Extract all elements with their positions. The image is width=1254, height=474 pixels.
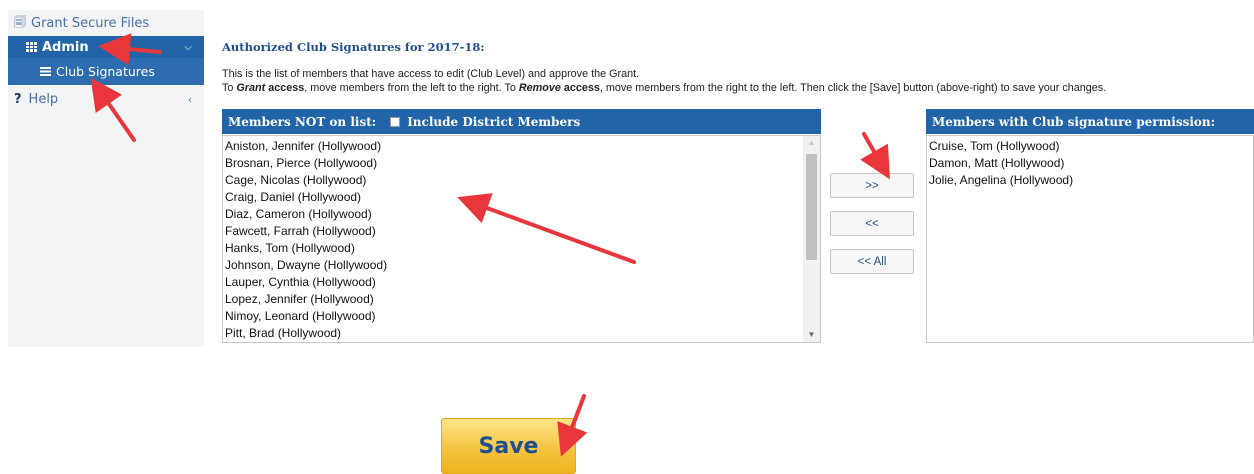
with-permission-header: Members with Club signature permission: (926, 109, 1254, 134)
include-district-checkbox[interactable] (390, 116, 401, 127)
list-items: Aniston, Jennifer (Hollywood) Brosnan, Pi… (223, 138, 387, 342)
question-icon: ? (14, 91, 22, 107)
annotation-arrow (860, 132, 890, 180)
sidebar-item-label: Club Signatures (56, 64, 155, 79)
desc-remove: Remove (518, 82, 561, 94)
sidebar-item-club-signatures[interactable]: Club Signatures (8, 58, 204, 85)
description-line-2: To Grant access, move members from the l… (222, 82, 1106, 94)
list-item[interactable]: Aniston, Jennifer (Hollywood) (223, 138, 387, 155)
list-item[interactable]: Brosnan, Pierce (Hollywood) (223, 155, 387, 172)
list-item[interactable]: Lauper, Cynthia (Hollywood) (223, 274, 387, 291)
not-on-list-header: Members NOT on list: Include District Me… (222, 109, 821, 134)
desc-text: , move members from the left to the righ… (304, 82, 519, 94)
chevron-down-icon: ⌵ (184, 41, 192, 53)
list-item[interactable]: Cruise, Tom (Hollywood) (927, 138, 1073, 155)
sidebar-item-admin[interactable]: Admin ⌵ (8, 36, 204, 58)
list-item[interactable]: Jolie, Angelina (Hollywood) (927, 172, 1073, 189)
move-left-button[interactable]: << (830, 211, 914, 236)
not-on-list-listbox[interactable]: Aniston, Jennifer (Hollywood) Brosnan, Pi… (222, 135, 821, 343)
list-item[interactable]: Damon, Matt (Hollywood) (927, 155, 1073, 172)
sidebar-item-help[interactable]: ? Help ‹ (8, 88, 204, 110)
panel-title: Members with Club signature permission: (932, 114, 1216, 129)
scrollbar[interactable]: ▲ ▼ (803, 136, 820, 342)
list-item[interactable]: Craig, Daniel (Hollywood) (223, 189, 387, 206)
with-permission-listbox[interactable]: Cruise, Tom (Hollywood) Damon, Matt (Holl… (926, 135, 1254, 343)
panel-title: Members NOT on list: (228, 114, 377, 129)
desc-grant: Grant (236, 82, 266, 94)
desc-text: , move members from the right to the lef… (599, 82, 1107, 94)
sidebar-item-grant-secure-files[interactable]: 🗐 Grant Secure Files (8, 12, 204, 34)
scrollbar-thumb[interactable] (806, 154, 817, 260)
desc-access: access (560, 82, 600, 94)
list-item[interactable]: Hanks, Tom (Hollywood) (223, 240, 387, 257)
list-item[interactable]: Fawcett, Farrah (Hollywood) (223, 223, 387, 240)
desc-text: To (222, 82, 237, 94)
list-item[interactable]: Pitt, Brad (Hollywood) (223, 325, 387, 342)
list-item[interactable]: Nimoy, Leonard (Hollywood) (223, 308, 387, 325)
chevron-left-icon: ‹ (187, 92, 192, 106)
desc-access: access (265, 82, 305, 94)
sidebar: 🗐 Grant Secure Files Admin ⌵ Club Signat… (8, 10, 204, 347)
page-title: Authorized Club Signatures for 2017-18: (222, 40, 485, 54)
scroll-up-icon[interactable]: ▲ (803, 136, 820, 150)
list-items: Cruise, Tom (Hollywood) Damon, Matt (Holl… (927, 138, 1073, 189)
include-district-label: Include District Members (407, 114, 581, 129)
list-item[interactable]: Diaz, Cameron (Hollywood) (223, 206, 387, 223)
move-all-left-button[interactable]: << All (830, 249, 914, 274)
list-item[interactable]: Johnson, Dwayne (Hollywood) (223, 257, 387, 274)
save-button[interactable]: Save (441, 418, 576, 474)
list-item[interactable]: Lopez, Jennifer (Hollywood) (223, 291, 387, 308)
list-icon (40, 67, 51, 76)
sidebar-item-label: Help (28, 91, 59, 107)
move-right-button[interactable]: >> (830, 173, 914, 198)
files-icon: 🗐 (14, 14, 26, 29)
description-line-1: This is the list of members that have ac… (222, 68, 640, 80)
sidebar-item-label: Grant Secure Files (31, 15, 150, 31)
sidebar-item-label: Admin (42, 39, 89, 55)
grid-icon (26, 42, 37, 52)
list-item[interactable]: Cage, Nicolas (Hollywood) (223, 172, 387, 189)
scroll-down-icon[interactable]: ▼ (803, 328, 820, 342)
